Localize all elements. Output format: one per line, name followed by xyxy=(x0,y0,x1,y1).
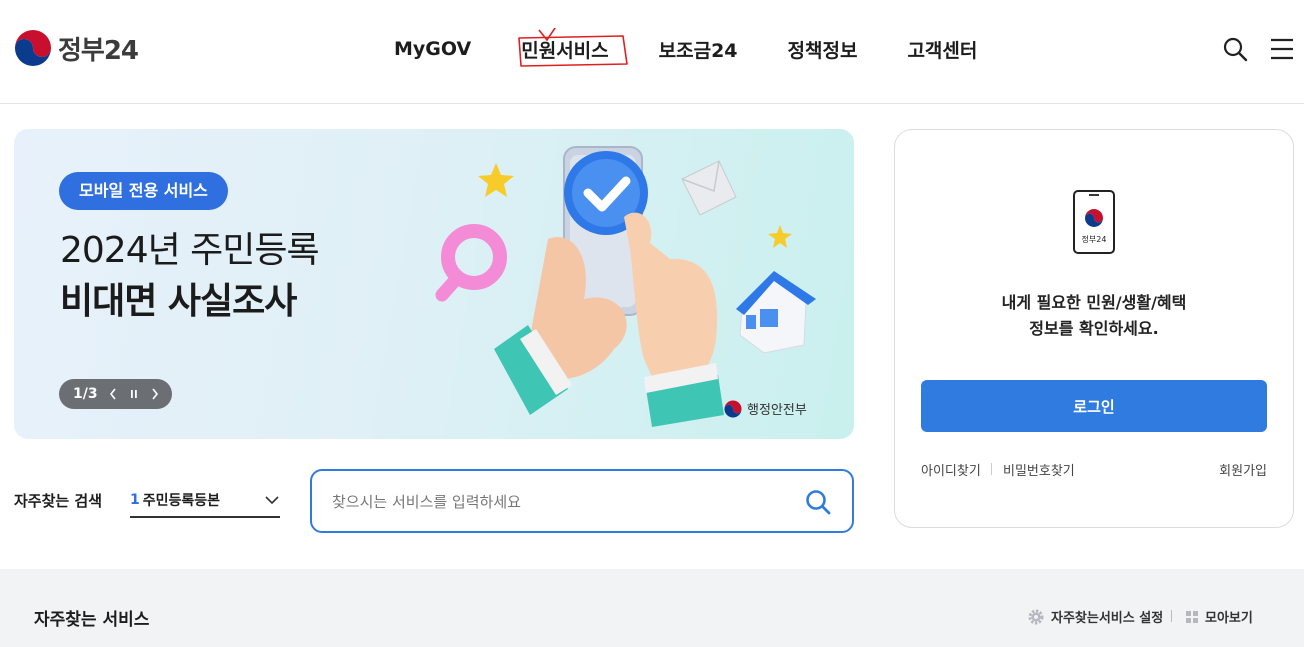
banner-illustration xyxy=(435,146,816,427)
frequent-search-value: 주민등록등본 xyxy=(142,493,221,509)
service-search-input[interactable] xyxy=(332,489,792,515)
chevron-left-icon[interactable] xyxy=(107,387,119,401)
find-id-link[interactable]: 아이디찾기 xyxy=(921,460,981,479)
login-message: 내게 필요한 민원/생활/혜택 정보를 확인하세요. xyxy=(895,290,1293,342)
hero-banner[interactable]: 모바일 전용 서비스 2024년 주민등록 비대면 사실조사 1/3 행정안전부 xyxy=(14,129,854,439)
chevron-down-icon xyxy=(265,496,279,505)
action-divider xyxy=(1171,610,1172,622)
site-logo[interactable]: 정부24 xyxy=(14,28,139,68)
grid-icon xyxy=(1186,610,1198,623)
login-message-line2: 정보를 확인하세요. xyxy=(1029,319,1159,338)
search-submit-icon[interactable] xyxy=(804,488,832,516)
login-links: 아이디찾기 비밀번호찾기 회원가입 xyxy=(921,460,1267,480)
nav-mygov[interactable]: MyGOV xyxy=(394,38,471,60)
frequent-services-title: 자주찾는 서비스 xyxy=(34,610,150,630)
service-search-box xyxy=(310,469,854,533)
taegeuk-logo-icon xyxy=(14,29,52,67)
signup-link[interactable]: 회원가입 xyxy=(1219,460,1267,479)
nav-civil-service-label: 민원서비스 xyxy=(521,39,609,62)
search-icon[interactable] xyxy=(1222,36,1248,62)
nav-customer-center[interactable]: 고객센터 xyxy=(907,36,977,63)
main-nav: MyGOV 민원서비스 보조금24 정책정보 고객센터 xyxy=(394,27,1027,67)
frequent-services-settings-button[interactable]: 자주찾는서비스 설정 xyxy=(1027,607,1163,626)
banner-badge: 모바일 전용 서비스 xyxy=(59,172,228,210)
frequent-search-dropdown[interactable]: 1 주민등록등본 xyxy=(130,484,280,518)
link-divider xyxy=(991,463,992,475)
taegeuk-logo-icon xyxy=(724,399,742,418)
pause-icon[interactable] xyxy=(128,387,140,401)
gear-icon xyxy=(1028,609,1044,624)
nav-subsidy[interactable]: 보조금24 xyxy=(659,36,738,63)
phone-label: 정부24 xyxy=(1082,234,1107,244)
frequent-services-section: 자주찾는 서비스 자주찾는서비스 설정 모아보기 xyxy=(0,569,1304,647)
house-icon xyxy=(736,271,816,354)
mobile-phone-icon: 정부24 xyxy=(1073,190,1115,254)
star-icon xyxy=(768,225,792,248)
chevron-right-icon[interactable] xyxy=(149,387,161,401)
settings-label: 자주찾는서비스 설정 xyxy=(1051,611,1164,626)
site-header: 정부24 MyGOV 민원서비스 보조금24 정책정보 고객센터 xyxy=(0,0,1304,104)
find-password-link[interactable]: 비밀번호찾기 xyxy=(1003,460,1075,479)
envelope-icon xyxy=(681,160,737,216)
banner-slide-controls: 1/3 xyxy=(59,379,172,409)
banner-title-line2: 비대면 사실조사 xyxy=(60,281,297,322)
frequent-search-rank: 1 xyxy=(130,492,140,508)
view-all-label: 모아보기 xyxy=(1205,611,1253,626)
nav-civil-service[interactable]: 민원서비스 xyxy=(518,27,629,67)
ministry-name: 행정안전부 xyxy=(747,403,807,418)
login-card: 정부24 내게 필요한 민원/생활/혜택 정보를 확인하세요. 로그인 아이디찾… xyxy=(894,129,1294,528)
logo-text: 정부24 xyxy=(58,35,139,66)
pointing-hand-illustration xyxy=(624,212,724,427)
frequent-search-label: 자주찾는 검색 xyxy=(14,492,103,510)
ministry-credit: 행정안전부 xyxy=(724,399,807,418)
view-all-button[interactable]: 모아보기 xyxy=(1185,607,1253,626)
banner-title-line1: 2024년 주민등록 xyxy=(60,230,320,271)
hamburger-menu-icon[interactable] xyxy=(1269,36,1295,62)
magnifier-icon xyxy=(435,224,507,302)
login-message-line1: 내게 필요한 민원/생활/혜택 xyxy=(1001,293,1187,312)
slide-indicator: 1/3 xyxy=(73,386,98,402)
login-button[interactable]: 로그인 xyxy=(921,380,1267,432)
nav-policy[interactable]: 정책정보 xyxy=(788,36,858,63)
star-icon xyxy=(478,163,514,197)
